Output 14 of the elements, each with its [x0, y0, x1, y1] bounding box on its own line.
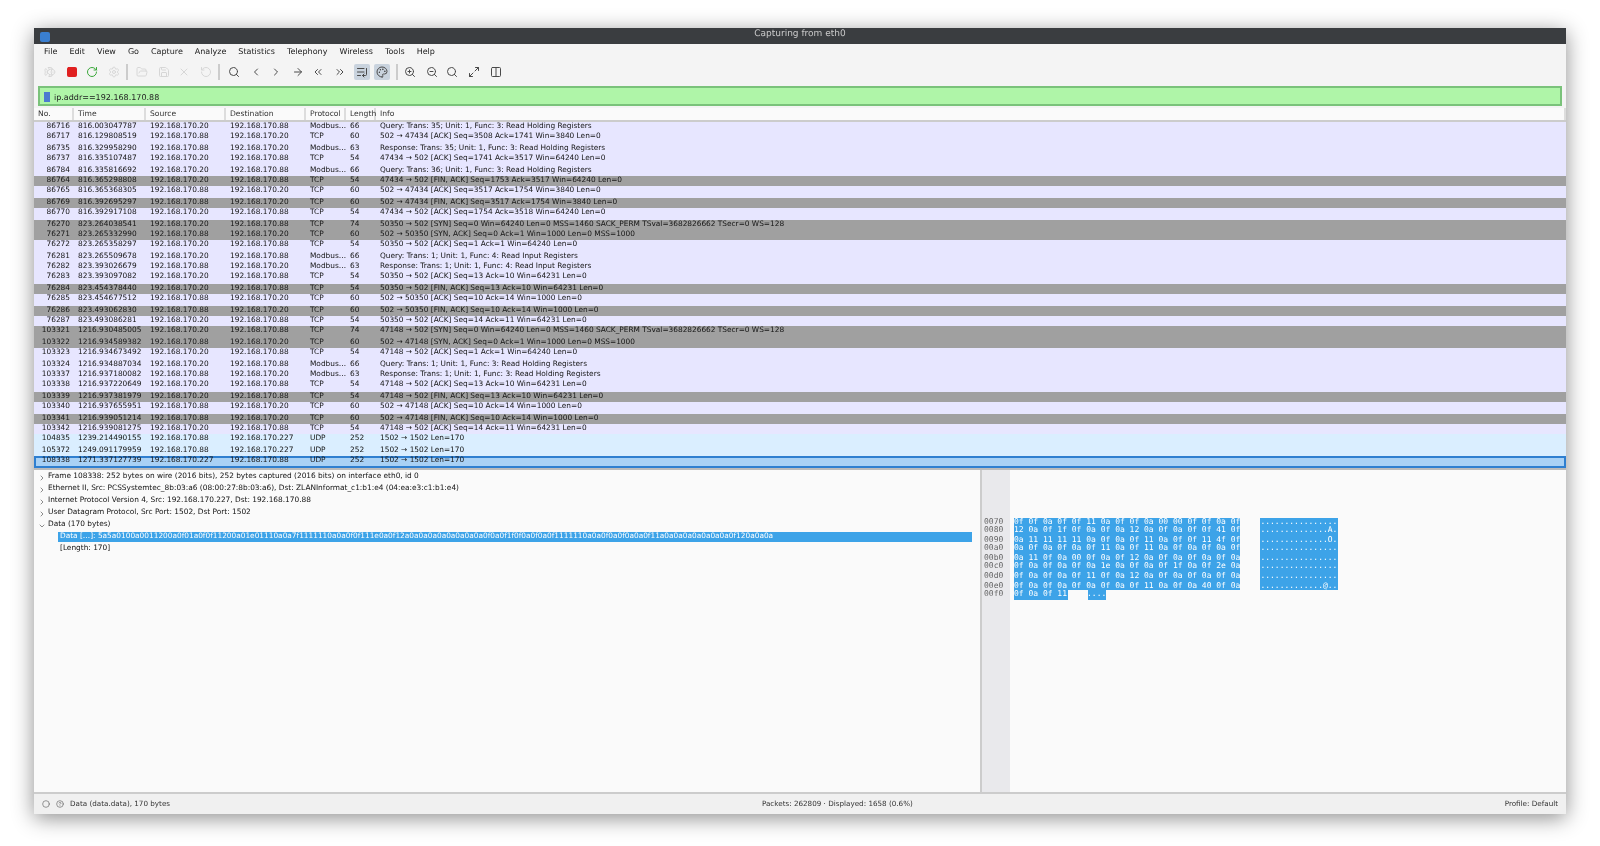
zoom-reset-icon[interactable]	[444, 63, 461, 79]
stop-icon[interactable]	[63, 63, 80, 79]
palette-icon[interactable]	[374, 63, 391, 79]
zoom-in-icon[interactable]	[402, 63, 419, 79]
zoom-out-icon[interactable]	[423, 63, 440, 79]
app-icon	[40, 31, 50, 41]
bookmark-icon[interactable]	[44, 91, 50, 101]
status-icon[interactable]	[42, 800, 50, 808]
search-icon[interactable]	[225, 63, 242, 79]
restart-icon[interactable]	[84, 63, 101, 79]
columns-icon[interactable]	[487, 63, 504, 79]
arrow-icon[interactable]	[289, 63, 306, 79]
autoscroll-icon[interactable]	[353, 63, 369, 79]
help-icon[interactable]	[56, 800, 64, 808]
